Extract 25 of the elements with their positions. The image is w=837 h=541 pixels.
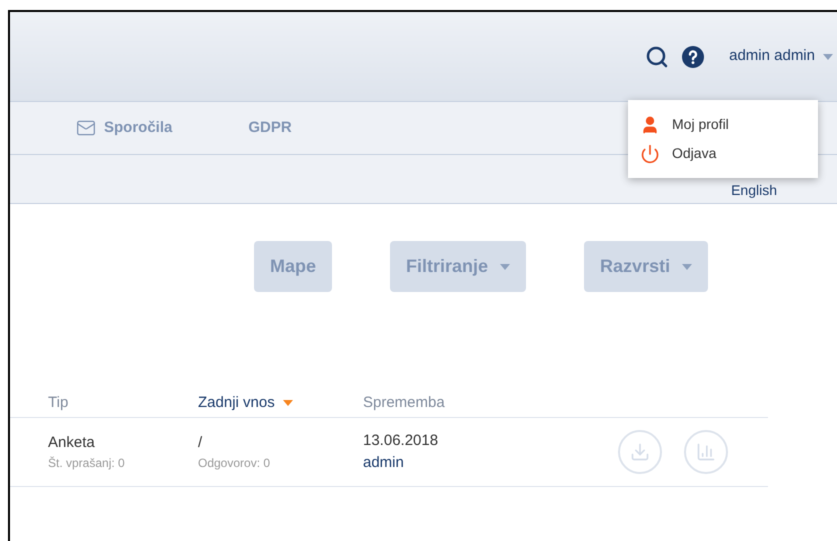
toolbar-button[interactable]: Razvrsti: [584, 241, 708, 292]
power-icon: [640, 144, 660, 164]
download-icon: [630, 442, 650, 462]
language-selector[interactable]: English: [731, 180, 777, 201]
menu-item[interactable]: Odjava: [640, 143, 818, 164]
bar-chart-icon: [696, 442, 716, 462]
toolbar-button[interactable]: Filtriranje: [390, 241, 526, 292]
nav-link[interactable]: Sporočila: [76, 116, 172, 140]
table-cell-text: Št. vprašanj: 0: [48, 455, 126, 472]
table-cell-text: Anketa: [48, 432, 96, 453]
search-icon[interactable]: [645, 44, 670, 68]
column-header[interactable]: Tip: [10, 392, 198, 414]
toolbar-button[interactable]: Mape: [254, 241, 332, 292]
mail-icon: [76, 118, 96, 138]
user-menu-button[interactable]: admin admin: [729, 45, 833, 68]
table-cell-text: 13.06.2018: [363, 430, 440, 450]
table-cell-text: /: [198, 432, 204, 453]
table-cell-text: admin: [363, 453, 405, 473]
menu-item[interactable]: Moj profil: [640, 114, 818, 135]
nav-link[interactable]: GDPR: [248, 116, 292, 140]
table-cell-text: Odgovorov: 0: [198, 455, 272, 472]
help-icon[interactable]: [681, 44, 706, 68]
caret-icon: [823, 54, 833, 60]
column-header[interactable]: Sprememba: [363, 392, 513, 414]
column-header[interactable]: Zadnji vnos: [198, 392, 363, 414]
